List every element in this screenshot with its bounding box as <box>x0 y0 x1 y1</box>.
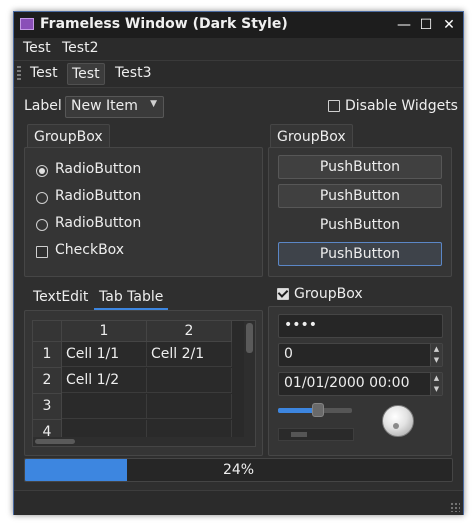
spin-value: 0 <box>284 346 293 362</box>
radio-button-1-label: RadioButton <box>55 161 142 177</box>
password-field[interactable]: •••• <box>278 314 443 338</box>
tab-textedit[interactable]: TextEdit <box>33 289 88 305</box>
app-icon <box>20 18 34 30</box>
groupbox-left: RadioButton RadioButton RadioButton Chec… <box>24 147 263 277</box>
spin-up-icon[interactable]: ▲ <box>431 373 442 384</box>
radio-button-3[interactable] <box>36 219 48 231</box>
table-horizontal-scrollbar[interactable] <box>33 437 244 446</box>
dial-knob[interactable] <box>382 405 414 437</box>
scrollbar-thumb[interactable] <box>291 432 307 437</box>
table-corner <box>33 321 62 342</box>
combo-value: New Item <box>71 98 138 114</box>
disable-widgets-checkbox[interactable] <box>328 100 340 112</box>
menu-test2[interactable]: Test2 <box>62 40 98 56</box>
datetime-edit[interactable]: 01/01/2000 00:00 ▲ ▼ <box>278 372 443 396</box>
push-button-2[interactable]: PushButton <box>278 184 442 208</box>
column-header-2[interactable]: 2 <box>147 321 232 342</box>
row-header-2[interactable]: 2 <box>33 368 62 394</box>
datetime-spin-buttons[interactable]: ▲ ▼ <box>430 373 442 395</box>
radio-button-3-label: RadioButton <box>55 215 142 231</box>
scrollbar-thumb[interactable] <box>35 439 75 444</box>
groupbox-left-title: GroupBox <box>27 124 110 149</box>
row-header-3[interactable]: 3 <box>33 394 62 420</box>
password-value: •••• <box>284 317 318 333</box>
maximize-button[interactable]: ☐ <box>415 15 437 35</box>
groupbox-right-title: GroupBox <box>270 124 353 149</box>
radio-button-2[interactable] <box>36 192 48 204</box>
spin-buttons[interactable]: ▲ ▼ <box>430 344 442 366</box>
spin-down-icon[interactable]: ▼ <box>431 355 442 366</box>
checkable-groupbox-title: GroupBox <box>294 286 363 302</box>
push-button-3[interactable]: PushButton <box>278 213 442 237</box>
horizontal-slider[interactable] <box>278 403 352 417</box>
tab-tab-table[interactable]: Tab Table <box>99 289 163 305</box>
item-combo-box[interactable]: New Item ▼ <box>65 96 164 118</box>
minimize-button[interactable]: — <box>393 15 415 35</box>
disable-widgets-label: Disable Widgets <box>345 98 458 114</box>
window-title: Frameless Window (Dark Style) <box>40 16 288 32</box>
push-button-1[interactable]: PushButton <box>278 155 442 179</box>
toolbar-tab-test[interactable]: Test <box>26 63 62 83</box>
table-cell[interactable]: Cell 1/2 <box>62 368 147 393</box>
column-header-1[interactable]: 1 <box>62 321 147 342</box>
table-cell[interactable]: Cell 2/1 <box>147 342 232 367</box>
scrollbar-thumb[interactable] <box>246 323 253 353</box>
radio-button-1[interactable] <box>36 165 48 177</box>
toolbar-tab-test-active[interactable]: Test <box>67 63 105 85</box>
table-cell[interactable] <box>62 394 147 419</box>
checkbox[interactable] <box>36 246 48 258</box>
toolbar-tab-test3[interactable]: Test3 <box>111 63 155 83</box>
menu-bar: Test Test2 <box>14 38 463 60</box>
push-button-4[interactable]: PushButton <box>278 242 442 266</box>
table-cell[interactable] <box>147 394 232 419</box>
table-cell[interactable]: Cell 1/1 <box>62 342 147 367</box>
row-header-1[interactable]: 1 <box>33 342 62 368</box>
datetime-value: 01/01/2000 00:00 <box>284 375 410 391</box>
number-spin-box[interactable]: 0 ▲ ▼ <box>278 343 443 367</box>
size-grip-icon[interactable] <box>450 502 460 512</box>
table-cell[interactable] <box>147 368 232 393</box>
horizontal-scrollbar[interactable] <box>278 428 354 441</box>
toolbar-grip-handle[interactable] <box>17 66 21 80</box>
progress-text: 24% <box>222 462 255 478</box>
slider-handle[interactable] <box>312 403 324 417</box>
spin-down-icon[interactable]: ▼ <box>431 384 442 395</box>
groupbox-enable-checkbox[interactable] <box>277 288 289 300</box>
spin-up-icon[interactable]: ▲ <box>431 344 442 355</box>
checkbox-label: CheckBox <box>55 242 125 258</box>
toolbar: Test Test Test3 <box>14 60 463 88</box>
tab-table[interactable]: 1 2 1 Cell 1/1 Cell 2/1 2 Cell 1/2 3 4 <box>32 320 256 447</box>
menu-test[interactable]: Test <box>23 40 51 56</box>
combo-label: Label <box>24 98 62 114</box>
progress-bar: 24% <box>24 458 453 482</box>
close-button[interactable]: ✕ <box>438 15 460 35</box>
table-vertical-scrollbar[interactable] <box>244 321 255 446</box>
status-bar <box>14 490 463 515</box>
main-window: Frameless Window (Dark Style) — ☐ ✕ Test… <box>13 11 464 515</box>
chevron-down-icon: ▼ <box>150 99 157 109</box>
title-bar[interactable]: Frameless Window (Dark Style) — ☐ ✕ <box>14 12 463 38</box>
radio-button-2-label: RadioButton <box>55 188 142 204</box>
